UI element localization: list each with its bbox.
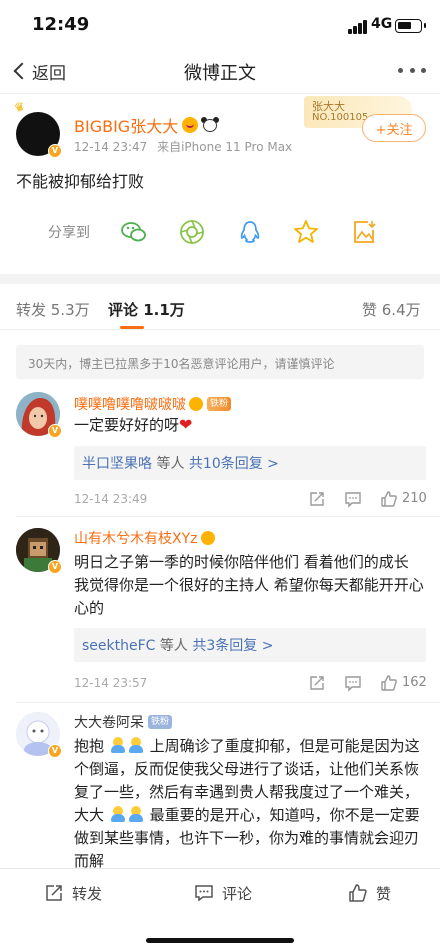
comment-text-part: 最重要的是开心，知道吗，你不是一定要做到某些事情，也许下一秒，你为难的事情就会迎… xyxy=(74,806,420,870)
tab-comment[interactable]: 评论 1.1万 xyxy=(108,299,185,320)
section-separator xyxy=(0,274,440,284)
like-button[interactable]: 赞 xyxy=(348,881,391,905)
comment-item: V 噗噗噜噗噜啵啵啵 铁粉 一定要好好的呀❤ 半口坚果咯 等人 共10条回复 >… xyxy=(0,390,440,518)
like-icon xyxy=(349,884,367,902)
like-icon[interactable] xyxy=(380,490,398,508)
commenter-name-text: 噗噗噜噗噜啵啵啵 xyxy=(74,397,186,413)
comment-actions: 162 xyxy=(308,674,428,694)
home-indicator xyxy=(146,938,294,943)
comment-item: V 山有木兮木有枝XYz 明日之子第一季的时候你陪伴他们 看着他们的成长 我觉得… xyxy=(0,524,440,704)
comment-actions: 210 xyxy=(308,490,428,510)
commenter-name-text: 山有木兮木有枝XYz xyxy=(74,531,198,547)
like-count: 210 xyxy=(402,491,427,506)
post-source: 来自iPhone 11 Pro Max xyxy=(157,140,293,154)
verified-badge-icon: V xyxy=(48,144,62,158)
reply-summary[interactable]: 半口坚果咯 等人 共10条回复 > xyxy=(74,446,426,480)
comment-text: 抱抱 上周确诊了重度抑郁，但是可能是因为这个倒逼，反而促使我父母进行了谈话，让他… xyxy=(74,735,428,873)
verified-badge-icon: V xyxy=(48,744,62,758)
reply-mid: 等人 xyxy=(155,638,193,654)
reply-count[interactable]: 共10条回复 > xyxy=(189,456,279,472)
comment-text-content: 一定要好好的呀 xyxy=(74,416,180,434)
commenter-name[interactable]: 噗噗噜噗噜啵啵啵 铁粉 xyxy=(74,394,232,414)
nav-bar: 返回 微博正文 xyxy=(0,48,440,94)
comment-label: 评论 xyxy=(222,884,253,903)
weibo-post: ♛ V BIGBIG张大大 12-14 23:47 来自iPhone 11 Pr… xyxy=(0,94,440,270)
crown-icon: ♛ xyxy=(11,98,27,116)
commenter-name-text: 大大卷阿呆 xyxy=(74,715,144,731)
repost-icon[interactable] xyxy=(308,674,326,692)
post-text: 不能被抑郁给打败 xyxy=(16,172,145,191)
comment-time: 12-14 23:57 xyxy=(74,676,148,690)
fan-card-number: NO.100105 xyxy=(312,112,369,123)
comment-item: V 大大卷阿呆 铁粉 抱抱 上周确诊了重度抑郁，但是可能是因为这个倒逼，反而促使… xyxy=(0,708,440,870)
save-image-icon[interactable] xyxy=(350,218,378,246)
follow-button[interactable]: +关注 xyxy=(362,114,426,142)
panda-icon xyxy=(201,117,220,133)
like-icon[interactable] xyxy=(380,674,398,692)
verified-badge-icon: V xyxy=(48,560,62,574)
reply-user[interactable]: seektheFC xyxy=(82,638,155,654)
signal-icon xyxy=(348,20,368,34)
qq-icon[interactable] xyxy=(236,218,264,246)
status-bar: 12:49 4G xyxy=(0,0,440,48)
battery-icon xyxy=(395,19,426,33)
share-label: 分享到 xyxy=(48,225,90,241)
tab-like[interactable]: 赞 6.4万 xyxy=(362,299,421,320)
reply-summary[interactable]: seektheFC 等人 共3条回复 > xyxy=(74,628,426,662)
reply-count[interactable]: 共3条回复 > xyxy=(192,638,273,654)
author-name-text: BIGBIG张大大 xyxy=(74,117,179,136)
comment-time: 12-14 23:49 xyxy=(74,492,148,506)
author-name[interactable]: BIGBIG张大大 xyxy=(74,113,220,137)
comment-text-part: 抱抱 xyxy=(74,737,105,755)
repost-label: 转发 xyxy=(72,884,103,903)
fan-tag: 铁粉 xyxy=(207,397,232,411)
commenter-name[interactable]: 大大卷阿呆 铁粉 xyxy=(74,712,173,732)
back-label: 返回 xyxy=(32,63,66,84)
like-count: 162 xyxy=(402,675,427,690)
hug-emoji-icon xyxy=(110,737,126,753)
verified-badge-icon: V xyxy=(48,424,62,438)
moments-icon[interactable] xyxy=(178,218,206,246)
tab-repost[interactable]: 转发 5.3万 xyxy=(16,299,90,320)
post-meta: 12-14 23:47 来自iPhone 11 Pro Max xyxy=(74,138,292,155)
member-emoji-icon xyxy=(200,531,215,545)
fan-tag: 铁粉 xyxy=(148,715,173,729)
hug-emoji-icon xyxy=(128,806,144,822)
network-type: 4G xyxy=(371,16,393,32)
back-button[interactable]: 返回 xyxy=(10,58,66,84)
repost-button[interactable]: 转发 xyxy=(44,881,102,905)
commenter-name[interactable]: 山有木兮木有枝XYz xyxy=(74,528,215,548)
comment-text: 明日之子第一季的时候你陪伴他们 看着他们的成长 我觉得你是一个很好的主持人 希望… xyxy=(74,553,424,617)
reply-user[interactable]: 半口坚果咯 xyxy=(82,456,152,472)
like-label: 赞 xyxy=(376,884,392,903)
reply-mid: 等人 xyxy=(152,456,189,472)
comment-icon xyxy=(195,885,213,902)
comment-icon[interactable] xyxy=(344,490,362,508)
wechat-icon[interactable] xyxy=(120,218,148,246)
hug-emoji-icon xyxy=(128,737,144,753)
active-tab-indicator xyxy=(120,326,144,329)
interaction-tabs: 转发 5.3万 评论 1.1万 赞 6.4万 xyxy=(0,286,440,330)
heart-icon: ❤ xyxy=(179,415,193,434)
more-icon[interactable] xyxy=(398,68,426,76)
member-emoji-icon xyxy=(189,397,203,411)
page-title: 微博正文 xyxy=(184,63,256,84)
comment-icon[interactable] xyxy=(344,674,362,692)
member-emoji-icon xyxy=(182,117,199,133)
comment-divider xyxy=(16,702,440,703)
chevron-left-icon xyxy=(13,62,31,80)
post-time: 12-14 23:47 xyxy=(74,140,148,154)
comment-notice: 30天内，博主已拉黑多于10名恶意评论用户，请谨慎评论 xyxy=(16,345,424,379)
qzone-icon[interactable] xyxy=(292,218,320,246)
hug-emoji-icon xyxy=(110,806,126,822)
comment-text: 一定要好好的呀❤ xyxy=(74,414,428,436)
repost-icon xyxy=(46,885,62,901)
status-time: 12:49 xyxy=(32,14,90,35)
share-row: 分享到 xyxy=(0,214,440,250)
comment-divider xyxy=(16,516,440,517)
repost-icon[interactable] xyxy=(308,490,326,508)
comment-button[interactable]: 评论 xyxy=(194,881,252,905)
